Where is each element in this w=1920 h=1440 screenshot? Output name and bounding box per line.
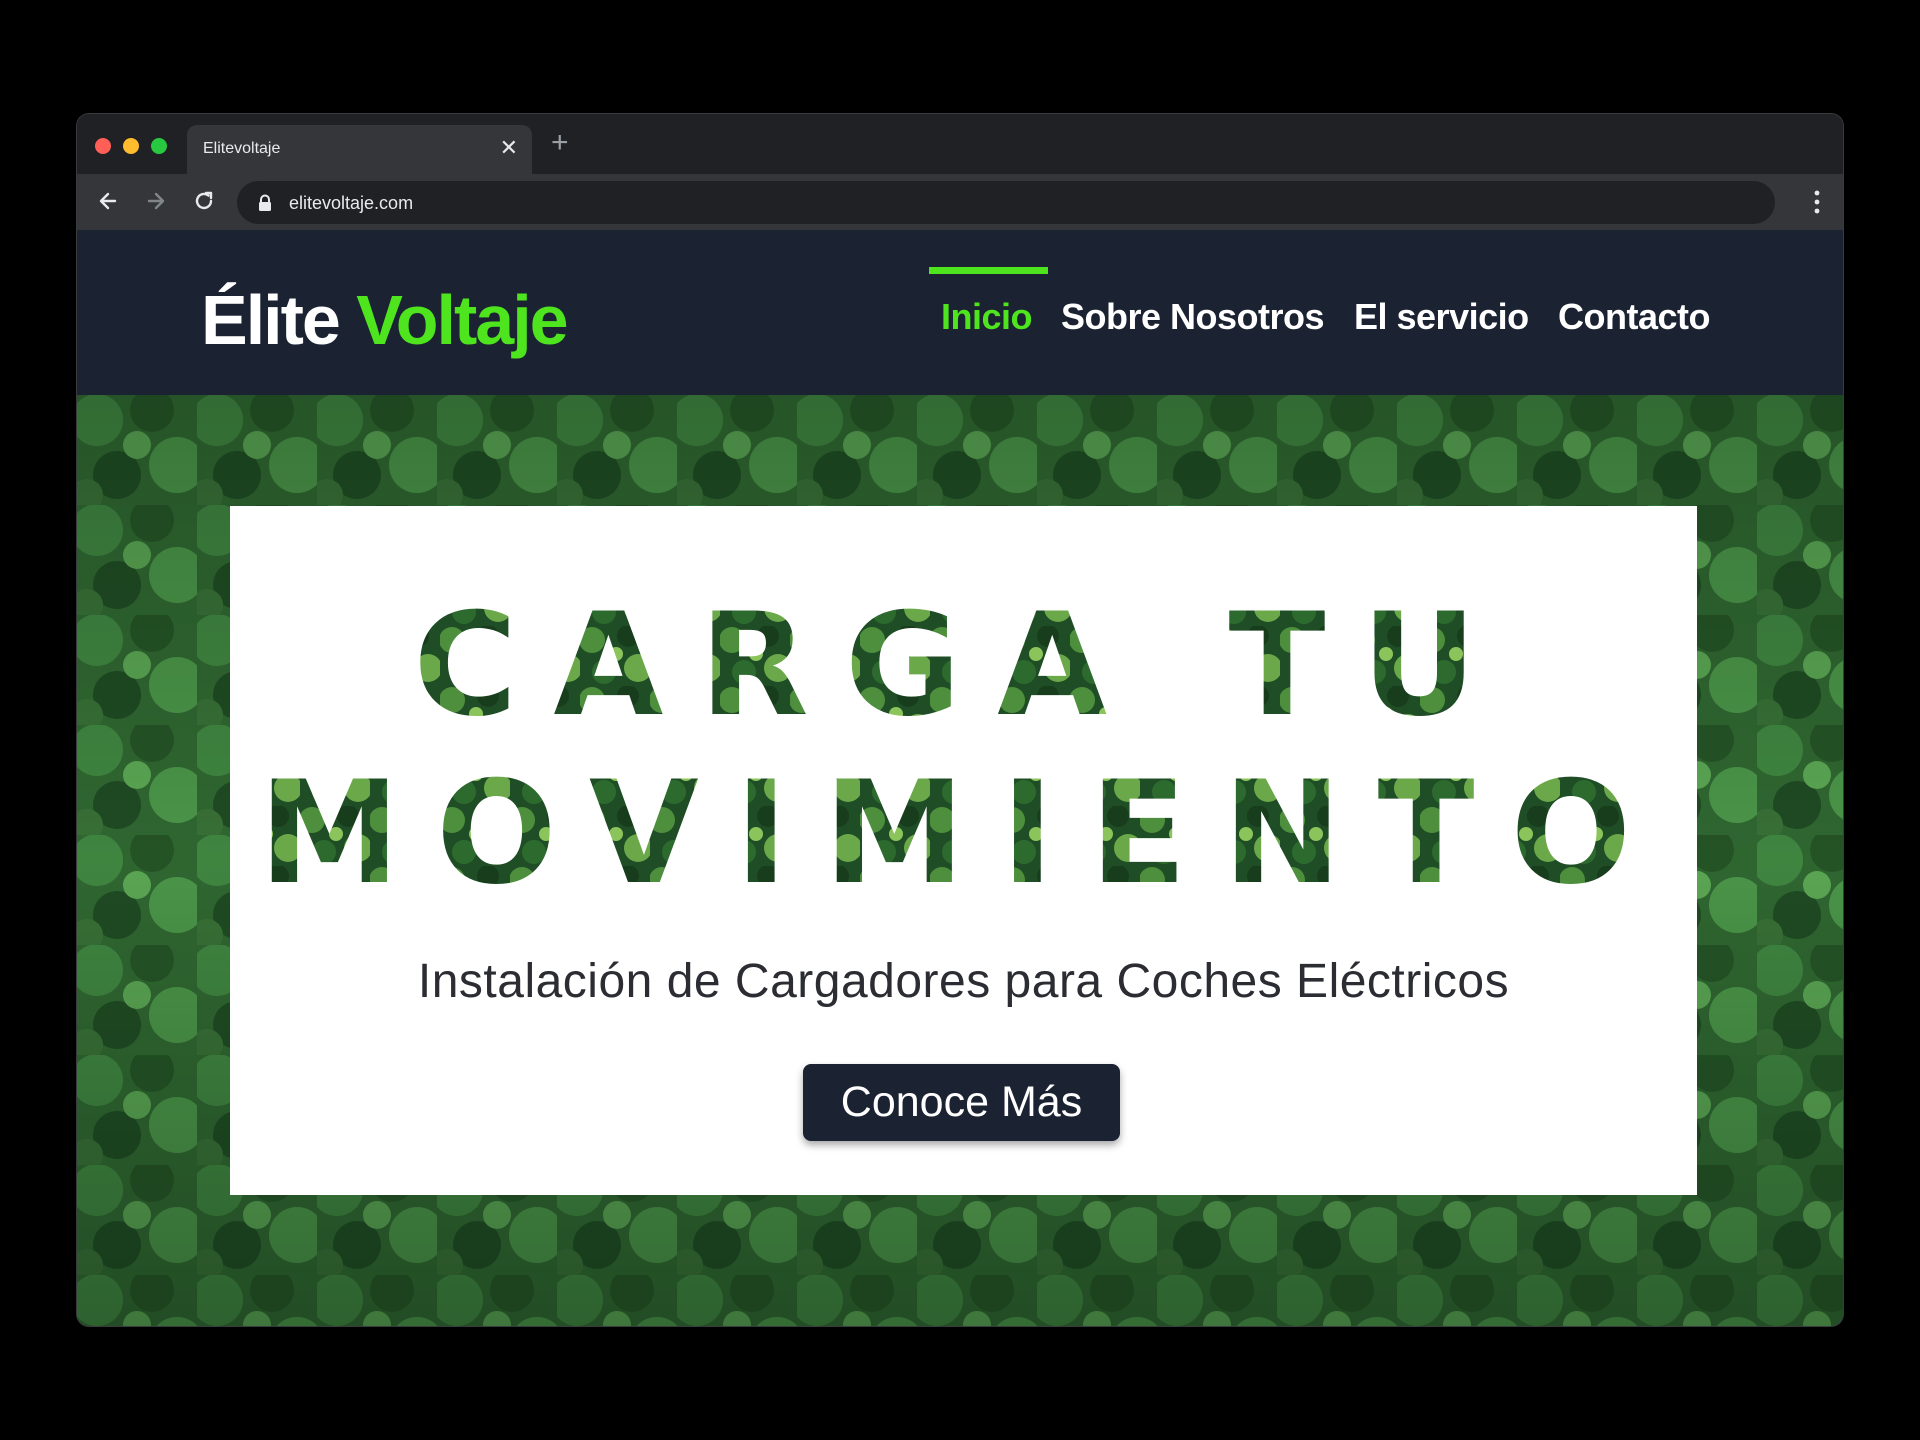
lock-icon [259, 194, 271, 211]
nav-active-indicator [929, 267, 1048, 274]
conoce-mas-button[interactable]: Conoce Más [803, 1064, 1120, 1141]
forward-arrow-icon[interactable] [141, 186, 171, 216]
hero-title: CARGA TU MOVIMIENTO [259, 583, 1668, 916]
web-page: Élite Voltaje Inicio Sobre Nosotros El s… [77, 230, 1843, 1326]
hero-title-line2: MOVIMIENTO [259, 751, 1668, 916]
window-maximize-button[interactable] [151, 138, 167, 154]
address-bar[interactable]: elitevoltaje.com [237, 181, 1775, 224]
hero-title-line1: CARGA TU [413, 583, 1513, 748]
hero-subtitle: Instalación de Cargadores para Coches El… [417, 955, 1510, 1008]
reload-icon[interactable] [189, 186, 219, 216]
url-text: elitevoltaje.com [289, 193, 414, 213]
tab-strip: Elitevoltaje ✕ + [77, 114, 1843, 174]
nav-item-sobre-nosotros[interactable]: Sobre Nosotros [1061, 296, 1325, 338]
nav-item-el-servicio[interactable]: El servicio [1354, 296, 1529, 338]
site-header: Élite Voltaje Inicio Sobre Nosotros El s… [77, 230, 1843, 395]
back-arrow-icon[interactable] [93, 186, 123, 216]
logo-text-elite: Élite [201, 281, 341, 359]
tab-title: Elitevoltaje [203, 140, 281, 157]
window-minimize-button[interactable] [123, 138, 139, 154]
more-vert-icon[interactable] [1813, 188, 1821, 216]
plus-icon[interactable]: + [551, 128, 569, 158]
hero-section: CARGA TU MOVIMIENTO Instalación de Carga… [77, 395, 1843, 1326]
logo-text-voltaje: Voltaje [356, 281, 568, 359]
window-close-button[interactable] [95, 138, 111, 154]
nav-item-contacto[interactable]: Contacto [1558, 296, 1711, 338]
close-icon[interactable]: ✕ [500, 137, 518, 159]
hero-card: CARGA TU MOVIMIENTO Instalación de Carga… [230, 506, 1697, 1195]
nav-item-inicio[interactable]: Inicio [941, 296, 1033, 338]
browser-window: Elitevoltaje ✕ + elitevoltaje.com Élite … [77, 114, 1843, 1326]
site-logo[interactable]: Élite Voltaje [201, 280, 569, 360]
browser-toolbar: elitevoltaje.com [77, 174, 1843, 230]
browser-tab[interactable]: Elitevoltaje ✕ [187, 125, 532, 174]
